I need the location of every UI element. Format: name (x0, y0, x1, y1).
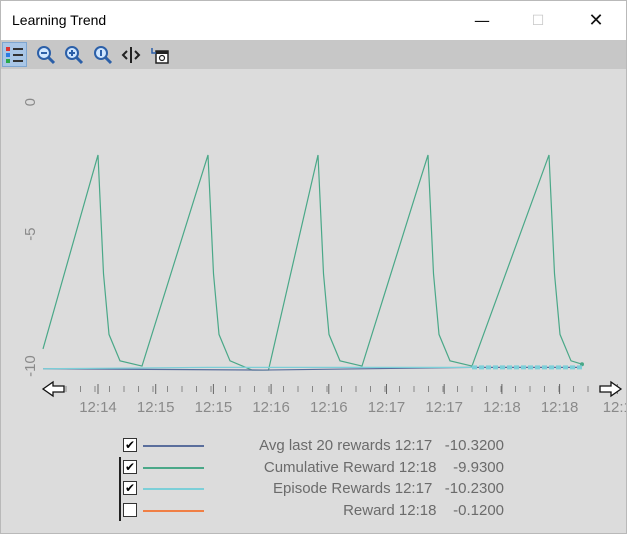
x-tick-label: 12:14 (79, 399, 117, 416)
legend-label: Episode Rewards 12:17 -10.2300 (273, 480, 504, 497)
legend-row: Reward 12:18 -0.1200 (118, 500, 518, 521)
checkmark-icon: ✔ (124, 481, 136, 495)
fit-width-icon (121, 46, 140, 63)
restore-view-button[interactable] (147, 42, 172, 67)
zoom-in-button[interactable] (61, 42, 86, 67)
y-tick-label: -5 (22, 227, 39, 240)
maximize-icon: ☐ (531, 12, 545, 29)
title-bar[interactable]: Learning Trend — ☐ ✕ (1, 1, 626, 40)
x-tick-label: 12:18 (483, 399, 521, 416)
scroll-right-arrow[interactable] (599, 380, 623, 398)
legend-swatch (143, 488, 204, 490)
close-button[interactable]: ✕ (573, 1, 619, 40)
zoom-reset-button[interactable] (90, 42, 115, 67)
legend-row: ✔ Avg last 20 rewards 12:17 -10.3200 (118, 435, 518, 456)
x-tick-label: 12:16 (252, 399, 290, 416)
legend-label: Cumulative Reward 12:18 -9.9300 (263, 458, 504, 476)
legend-toggle-icon (5, 46, 23, 63)
y-tick-label: 0 (22, 98, 39, 106)
legend-toggle-button[interactable] (2, 42, 27, 67)
chart-toolbar (1, 40, 626, 69)
checkmark-icon: ✔ (124, 459, 136, 474)
series-line-cumulative-reward (42, 154, 583, 371)
legend-row: ✔ Episode Rewards 12:17 -10.2300 (118, 478, 518, 499)
minimize-button[interactable]: — (459, 1, 505, 40)
minimize-icon: — (474, 11, 490, 30)
zoom-in-icon (64, 45, 83, 64)
x-tick-label: 12:15 (195, 399, 233, 416)
scroll-left-arrow[interactable] (41, 380, 65, 398)
legend-checkbox[interactable]: ✔ (123, 459, 137, 474)
legend-checkbox[interactable] (123, 502, 137, 517)
maximize-button[interactable]: ☐ (515, 1, 561, 40)
learning-trend-window: Learning Trend — ☐ ✕ 0 -5 -10 12:14 12:1… (0, 0, 627, 534)
x-tick-label: 12:1 (603, 399, 626, 416)
x-tick-label: 12:17 (425, 399, 463, 416)
legend-checkbox[interactable]: ✔ (123, 481, 137, 495)
legend-row: ✔ Cumulative Reward 12:18 -9.9300 (118, 457, 518, 478)
y-tick-label: -10 (22, 355, 39, 377)
chart-legend: ✔ Avg last 20 rewards 12:17 -10.3200 ✔ Cumu… (118, 435, 518, 521)
legend-checkbox[interactable]: ✔ (123, 438, 137, 452)
legend-label: Reward 12:18 -0.1200 (343, 501, 504, 519)
fit-width-button[interactable] (118, 42, 143, 67)
x-tick-label: 12:15 (137, 399, 175, 416)
x-tick-label: 12:17 (368, 399, 406, 416)
learning-trend-chart[interactable]: 0 -5 -10 12:14 12:15 12:15 12:16 12:16 12:17 12:… (1, 69, 627, 421)
close-icon: ✕ (588, 10, 604, 31)
checkmark-icon: ✔ (124, 438, 136, 452)
window-title: Learning Trend (12, 12, 107, 28)
legend-label: Avg last 20 rewards 12:17 -10.3200 (259, 437, 504, 454)
zoom-reset-icon (93, 45, 112, 64)
zoom-out-icon (36, 45, 55, 64)
legend-swatch (143, 509, 204, 512)
restore-view-icon (150, 47, 169, 64)
plot-area[interactable]: 0 -5 -10 12:14 12:15 12:15 12:16 12:16 12:17 12:… (1, 69, 627, 421)
legend-swatch (143, 466, 204, 469)
x-tick-label: 12:18 (541, 399, 579, 416)
legend-swatch (143, 445, 204, 447)
x-tick-label: 12:16 (310, 399, 348, 416)
zoom-out-button[interactable] (33, 42, 58, 67)
